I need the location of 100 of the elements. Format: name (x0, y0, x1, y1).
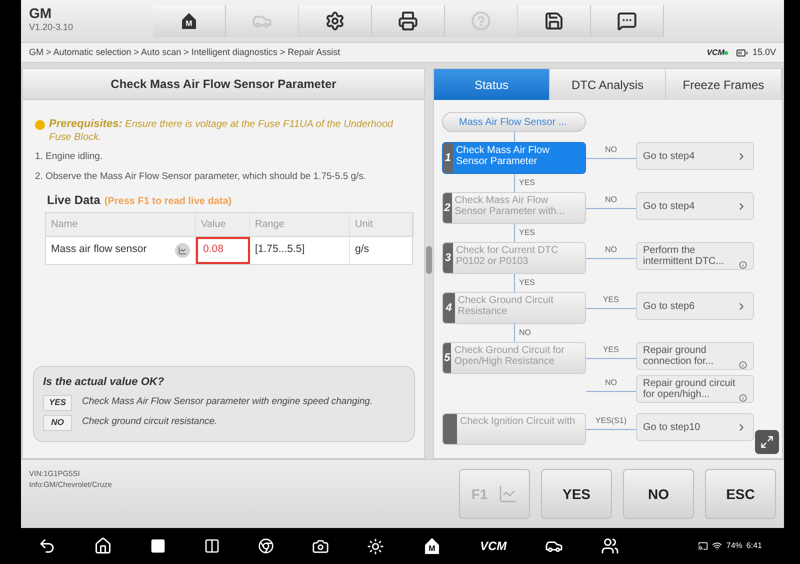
question-text: Is the actual value OK? (43, 375, 166, 390)
graph-button[interactable] (175, 242, 190, 258)
action-button[interactable]: NO (623, 469, 694, 519)
settings-icon (325, 11, 345, 31)
home-icon[interactable] (94, 537, 112, 555)
icon-letter: M (186, 20, 192, 28)
branch-target[interactable]: Repair ground connection for... (636, 342, 754, 370)
answer-key: NO (43, 414, 72, 430)
branch-label: YES (602, 294, 619, 304)
branch-target[interactable]: Go to step6 (636, 292, 754, 320)
branch-target[interactable]: Perform the intermittent DTC... (636, 242, 754, 270)
flow-connector (514, 324, 515, 342)
split-screen-icon[interactable] (204, 538, 220, 554)
step-title: Check Ground Circuit for Open/High Resistance (453, 344, 566, 369)
step-number: 2 (444, 200, 450, 216)
help-icon (471, 11, 491, 31)
voltage-reading: 15.0V (752, 46, 776, 59)
info-icon (738, 361, 747, 369)
target-text: Go to step6 (642, 300, 695, 312)
step-title: Check Ignition Circuit with (458, 415, 576, 429)
step-title: Check Mass Air Flow Sensor Parameter (454, 144, 550, 169)
fullscreen-button[interactable] (755, 430, 779, 454)
flow-connector (514, 132, 515, 142)
action-button[interactable]: ESC (705, 469, 776, 519)
back-icon[interactable] (38, 537, 56, 555)
column-header: Value (196, 212, 250, 236)
connector-label: YES (518, 227, 535, 239)
target-text: Go to step4 (642, 200, 695, 212)
toolbar-button[interactable]: M (153, 5, 226, 37)
table-cell-text: 0.08 (203, 242, 224, 258)
tab[interactable]: DTC Analysis (550, 69, 666, 100)
branch-label: NO (604, 194, 617, 204)
vci-status: VCM (706, 46, 728, 58)
breadcrumb: GM > Automatic selection > Auto scan > Intelligent diagnostics > Repair Assist (29, 46, 340, 59)
column-header: Range (250, 212, 350, 236)
column-header: Name (46, 212, 196, 236)
branch-target[interactable]: Repair ground circuit for open/high... (636, 375, 754, 403)
app-title: GM (29, 5, 53, 21)
cast-icon (698, 541, 708, 551)
browser-icon[interactable] (258, 538, 274, 554)
printer-icon (398, 11, 418, 31)
table-cell-text: Mass air flow sensor (51, 242, 147, 258)
battery-level: 74% (726, 540, 742, 552)
brightness-icon[interactable] (367, 538, 384, 554)
toolbar-button[interactable] (591, 5, 664, 37)
app-version: V1.20-3.10 (29, 21, 74, 34)
branch-label: YES (602, 344, 619, 354)
clock: 6:41 (746, 540, 762, 552)
technician-icon[interactable] (600, 537, 619, 555)
connector-label: YES (518, 277, 535, 289)
step-title: Check Mass Air Flow Sensor Parameter with... (454, 194, 566, 219)
flow-connector (514, 274, 515, 292)
flow-connector (514, 224, 515, 242)
collapse-handle[interactable] (426, 246, 432, 274)
info-icon (738, 394, 747, 402)
column-header: Unit (350, 212, 414, 236)
branch-label: NO (604, 378, 617, 386)
branch-label: NO (604, 144, 617, 154)
vcm-shortcut[interactable]: VCM (480, 537, 507, 555)
live-data-title: Live Data (47, 192, 100, 208)
instruction-text: 1. Engine idling. (35, 150, 104, 164)
camera-icon[interactable] (312, 538, 329, 554)
instruction-text: 2. Observe the Mass Air Flow Sensor parameter, which should be 1.75-5.5 g/s. (35, 170, 368, 184)
info-icon (738, 261, 747, 269)
target-text: Go to step4 (642, 150, 695, 162)
step-title: Check Ground Circuit Resistance (456, 294, 554, 319)
toolbar-button[interactable] (518, 5, 591, 37)
branch-target[interactable]: Go to step4 (636, 192, 754, 220)
tab[interactable]: Freeze Frames (666, 69, 782, 100)
step-number: 5 (444, 350, 450, 366)
action-button[interactable]: YES (541, 469, 612, 519)
branch-target[interactable]: Go to step4 (636, 142, 754, 170)
chart-icon (498, 484, 518, 504)
chart-icon (178, 246, 187, 254)
branch-target[interactable]: Go to step10 (636, 413, 754, 441)
table-cell-text: g/s (354, 242, 370, 258)
step-title: Check for Current DTC P0102 or P0103 (454, 244, 560, 269)
connector-label: YES (518, 177, 535, 189)
target-text: Perform the intermittent DTC... (642, 245, 726, 267)
panel-title: Check Mass Air Flow Sensor Parameter (110, 76, 336, 93)
step-number: 1 (444, 150, 452, 166)
target-text: Go to step10 (642, 422, 700, 432)
toolbar-button[interactable] (299, 5, 372, 37)
expand-icon (760, 435, 774, 449)
target-text: Repair ground connection for... (642, 345, 715, 367)
connector-label: NO (518, 327, 531, 339)
save-icon (544, 11, 564, 31)
recent-apps-icon[interactable] (150, 538, 166, 554)
flow-connector (514, 174, 515, 192)
answer-key: YES (43, 394, 72, 410)
icon-letter: M (428, 545, 436, 554)
tab[interactable]: Status (434, 69, 550, 100)
warning-icon (35, 120, 45, 130)
toolbar-button[interactable] (372, 5, 445, 37)
live-data-hint: (Press F1 to read live data) (104, 194, 232, 208)
prerequisite-text: Prerequisites: Ensure there is voltage at the Fuse F11UA of the Underhood Fuse Block. (49, 118, 394, 144)
chat-icon (617, 11, 637, 31)
step-number: 3 (444, 250, 452, 266)
table-cell: [1.75...5.5] (250, 236, 350, 264)
wifi-icon (712, 541, 722, 551)
